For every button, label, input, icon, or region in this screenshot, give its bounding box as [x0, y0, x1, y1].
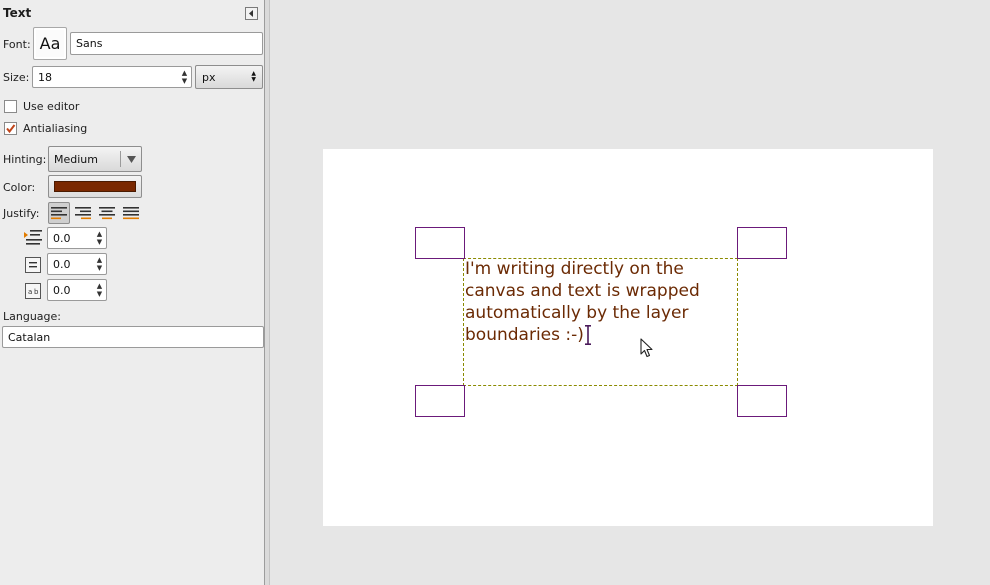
antialiasing-label[interactable]: Antialiasing — [23, 122, 87, 135]
mouse-pointer-icon — [640, 338, 654, 361]
panel-title: Text — [3, 6, 32, 20]
justify-right-button[interactable] — [72, 202, 94, 224]
resize-handle-top-right[interactable] — [737, 227, 787, 259]
justify-left-icon — [51, 207, 67, 220]
size-label: Size: — [3, 71, 30, 84]
font-preview-button[interactable]: Aa — [33, 27, 67, 60]
language-field[interactable]: Catalan — [2, 326, 264, 348]
letter-spacing-value: 0.0 — [53, 283, 71, 297]
line-spacing-value: 0.0 — [53, 257, 71, 271]
indent-stepper[interactable]: ▲ ▼ — [93, 230, 106, 246]
down-arrow-icon[interactable]: ▼ — [182, 77, 187, 85]
panel-menu-button[interactable] — [245, 7, 258, 20]
updown-icon: ▲ ▼ — [251, 70, 256, 83]
indent-icon — [23, 228, 43, 251]
panel-divider[interactable] — [265, 0, 270, 585]
resize-handle-top-left[interactable] — [415, 227, 465, 259]
color-swatch — [54, 181, 136, 192]
svg-text:a: a — [28, 288, 32, 296]
size-unit-value: px — [202, 70, 216, 84]
antialiasing-checkbox[interactable] — [4, 122, 17, 135]
checkmark-icon — [6, 124, 16, 134]
justify-right-icon — [75, 207, 91, 220]
font-label: Font: — [3, 38, 31, 51]
line-spacing-icon — [23, 255, 43, 278]
justify-center-button[interactable] — [96, 202, 118, 224]
use-editor-checkbox[interactable] — [4, 100, 17, 113]
svg-text:b: b — [34, 288, 39, 296]
justify-fill-icon — [123, 207, 139, 220]
indent-spinbutton[interactable]: 0.0 ▲ ▼ — [47, 227, 107, 249]
triangle-left-icon — [249, 10, 253, 17]
hinting-select[interactable]: Medium — [48, 146, 142, 172]
hinting-label: Hinting: — [3, 153, 47, 166]
up-arrow-icon[interactable]: ▲ — [182, 69, 187, 77]
language-label: Language: — [3, 310, 61, 323]
color-label: Color: — [3, 181, 36, 194]
justify-center-icon — [99, 207, 115, 220]
size-stepper[interactable]: ▲ ▼ — [178, 69, 191, 85]
size-spinbutton[interactable]: 18 ▲ ▼ — [32, 66, 192, 88]
letter-spacing-spinbutton[interactable]: 0.0 ▲ ▼ — [47, 279, 107, 301]
color-button[interactable] — [48, 175, 142, 198]
hinting-value: Medium — [54, 152, 98, 166]
letter-spacing-icon: a b — [23, 281, 43, 304]
use-editor-label[interactable]: Use editor — [23, 100, 79, 113]
resize-handle-bottom-left[interactable] — [415, 385, 465, 417]
letter-spacing-stepper[interactable]: ▲ ▼ — [93, 282, 106, 298]
justify-buttons — [48, 202, 142, 224]
justify-fill-button[interactable] — [120, 202, 142, 224]
text-tool-options-panel: Text Font: Aa Sans Size: 18 ▲ ▼ px ▲ ▼ Us… — [0, 0, 265, 585]
chevron-down-icon — [121, 155, 141, 163]
text-cursor-icon — [585, 325, 591, 348]
resize-handle-bottom-right[interactable] — [737, 385, 787, 417]
line-spacing-spinbutton[interactable]: 0.0 ▲ ▼ — [47, 253, 107, 275]
justify-left-button[interactable] — [48, 202, 70, 224]
font-field[interactable]: Sans — [70, 32, 263, 55]
canvas-text-content[interactable]: I'm writing directly on the canvas and t… — [465, 258, 735, 346]
justify-label: Justify: — [3, 207, 40, 220]
size-value: 18 — [38, 70, 52, 84]
indent-value: 0.0 — [53, 231, 71, 245]
line-spacing-stepper[interactable]: ▲ ▼ — [93, 256, 106, 272]
size-unit-select[interactable]: px ▲ ▼ — [195, 65, 263, 89]
